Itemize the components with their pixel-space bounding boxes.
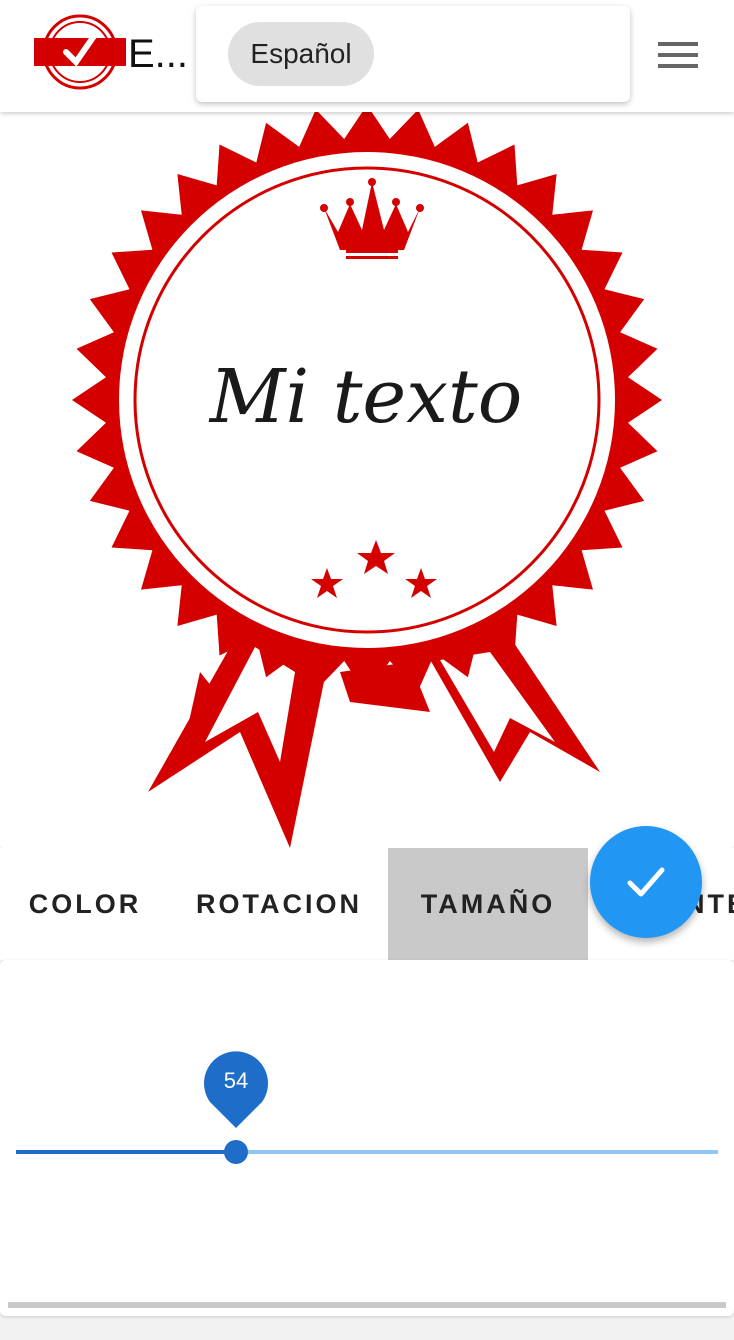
tab-rotacion[interactable]: ROTACION	[170, 848, 388, 960]
design-canvas[interactable]: Mi texto	[0, 112, 734, 938]
confirm-button[interactable]	[590, 826, 702, 938]
language-chip[interactable]: Español	[228, 22, 374, 86]
tab-tamano[interactable]: TAMAÑO	[388, 848, 588, 960]
slider-track[interactable]	[236, 1150, 718, 1154]
ribbon-badge-image: Mi texto	[72, 112, 662, 848]
app-bar: E... Español	[0, 0, 734, 112]
language-selector: Español	[196, 6, 630, 102]
slider-value-label: 54	[223, 1068, 249, 1093]
slider-track-active[interactable]	[16, 1150, 236, 1154]
horizontal-scrollbar[interactable]	[8, 1302, 726, 1308]
app-logo-icon[interactable]	[32, 14, 128, 90]
badge-text[interactable]: Mi texto	[208, 354, 523, 440]
menu-icon[interactable]	[658, 42, 698, 72]
app-title: E...	[128, 32, 189, 76]
size-panel: 54	[0, 960, 734, 1316]
tab-color[interactable]: COLOR	[0, 848, 170, 960]
check-icon	[627, 867, 665, 897]
slider-thumb[interactable]	[224, 1140, 248, 1164]
